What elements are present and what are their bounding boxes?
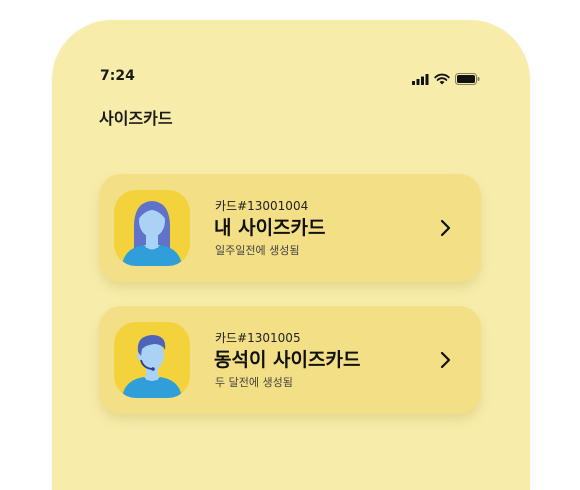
wifi-icon bbox=[434, 70, 450, 89]
battery-icon bbox=[455, 70, 480, 89]
size-card-dongseok[interactable]: 카드#1301005 동석이 사이즈카드 두 달전에 생성됨 bbox=[99, 306, 481, 414]
status-icons bbox=[412, 70, 480, 89]
card-title: 내 사이즈카드 bbox=[214, 217, 326, 239]
card-title: 동석이 사이즈카드 bbox=[214, 349, 361, 371]
status-bar: 7:24 bbox=[52, 20, 530, 85]
phone-screen: 7:24 사이즈카드 카드#13001004 내 사이즈카드 일주일전에 생성됨… bbox=[52, 20, 530, 490]
male-avatar bbox=[114, 322, 190, 398]
card-created-time: 일주일전에 생성됨 bbox=[215, 244, 300, 257]
status-time: 7:24 bbox=[100, 68, 135, 84]
card-code: 카드#1301005 bbox=[215, 331, 301, 345]
chevron-right-icon[interactable] bbox=[439, 351, 453, 369]
size-card-mine[interactable]: 카드#13001004 내 사이즈카드 일주일전에 생성됨 bbox=[99, 174, 481, 282]
chevron-right-icon[interactable] bbox=[439, 219, 453, 237]
card-created-time: 두 달전에 생성됨 bbox=[215, 376, 293, 389]
card-code: 카드#13001004 bbox=[215, 199, 309, 213]
signal-icon bbox=[412, 70, 429, 89]
page-title: 사이즈카드 bbox=[99, 109, 173, 128]
female-avatar bbox=[114, 190, 190, 266]
